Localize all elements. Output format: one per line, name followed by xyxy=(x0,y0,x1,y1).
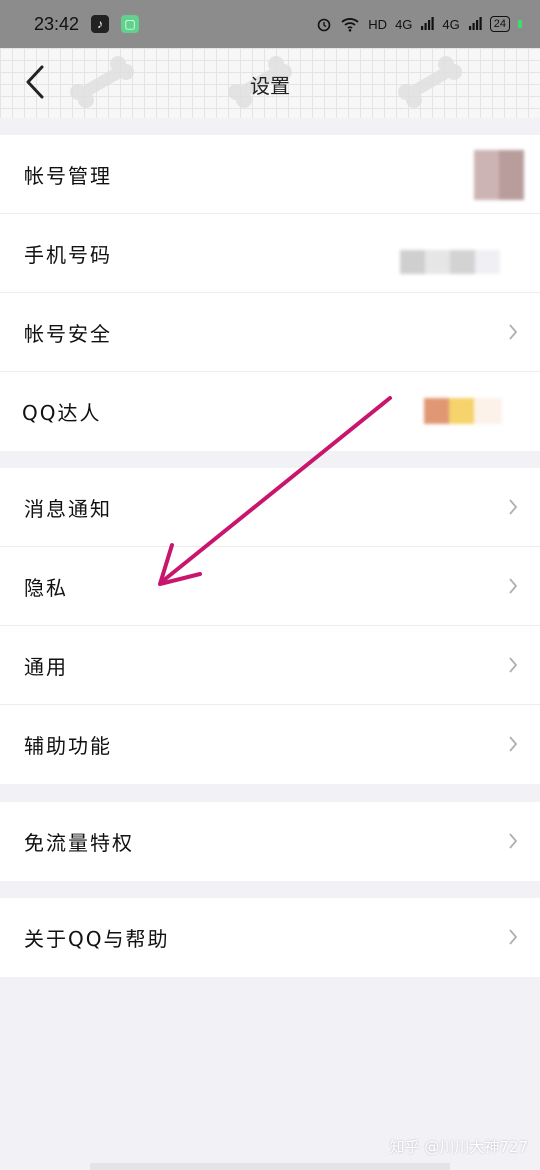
settings-group-about: 关于QQ与帮助 xyxy=(0,898,540,977)
network-4g-label-1: 4G xyxy=(395,16,413,32)
chevron-right-icon xyxy=(509,324,518,340)
privacy-item[interactable]: 隐私 xyxy=(0,547,540,626)
item-label: 手机号码 xyxy=(24,242,112,267)
item-label: 免流量特权 xyxy=(24,831,134,855)
chat-app-icon: ▢ xyxy=(121,15,140,33)
item-label: 隐私 xyxy=(24,575,68,600)
phone-number-value xyxy=(400,250,500,274)
charging-indicator xyxy=(518,20,522,28)
item-label: 帐号管理 xyxy=(24,163,112,188)
item-label: 通用 xyxy=(24,654,68,679)
free-data-privilege-item[interactable]: 免流量特权 xyxy=(0,802,540,881)
header-bar: 设置 xyxy=(0,48,540,118)
account-security-item[interactable]: 帐号安全 xyxy=(0,293,540,372)
chevron-right-icon xyxy=(509,499,518,515)
settings-group-data-plan: 免流量特权 xyxy=(0,802,540,881)
status-indicators: HD 4G 4G 24 xyxy=(316,16,522,32)
item-label: QQ达人 xyxy=(22,401,102,425)
item-label: 消息通知 xyxy=(24,496,112,521)
watermark: 知乎 @川川大神727 xyxy=(389,1138,528,1156)
chevron-right-icon xyxy=(509,736,518,752)
general-item[interactable]: 通用 xyxy=(0,626,540,705)
chevron-right-icon xyxy=(509,657,518,673)
qq-expert-item[interactable]: QQ达人 xyxy=(0,372,540,451)
accessibility-item[interactable]: 辅助功能 xyxy=(0,705,540,784)
signal-icon xyxy=(421,17,435,30)
battery-icon: 24 xyxy=(489,16,510,32)
network-4g-label-2: 4G xyxy=(442,16,460,32)
message-notification-item[interactable]: 消息通知 xyxy=(0,468,540,547)
tiktok-icon: ♪ xyxy=(91,15,110,33)
chevron-right-icon xyxy=(509,929,518,945)
item-label: 关于QQ与帮助 xyxy=(24,927,170,951)
chevron-right-icon xyxy=(509,578,518,594)
phone-number-item[interactable]: 手机号码 xyxy=(0,214,540,293)
item-label: 帐号安全 xyxy=(24,321,112,346)
account-management-item[interactable]: 帐号管理 xyxy=(0,135,540,214)
settings-group-general: 消息通知 隐私 通用 辅助功能 xyxy=(0,468,540,784)
status-time: 23:42 xyxy=(34,13,80,34)
qq-expert-badge xyxy=(424,398,502,424)
avatar xyxy=(474,150,524,200)
home-indicator xyxy=(90,1163,450,1170)
status-bar: 23:42 ♪ ▢ HD 4G 4G 24 xyxy=(0,0,540,48)
signal-icon-2 xyxy=(468,17,482,30)
chevron-right-icon xyxy=(509,833,518,849)
item-label: 辅助功能 xyxy=(24,734,112,758)
hd-label: HD xyxy=(368,16,388,32)
settings-group-account: 帐号管理 手机号码 帐号安全 QQ达人 xyxy=(0,135,540,451)
about-and-help-item[interactable]: 关于QQ与帮助 xyxy=(0,898,540,977)
alarm-icon xyxy=(317,18,331,32)
wifi-icon xyxy=(341,18,359,32)
page-title: 设置 xyxy=(250,74,290,98)
